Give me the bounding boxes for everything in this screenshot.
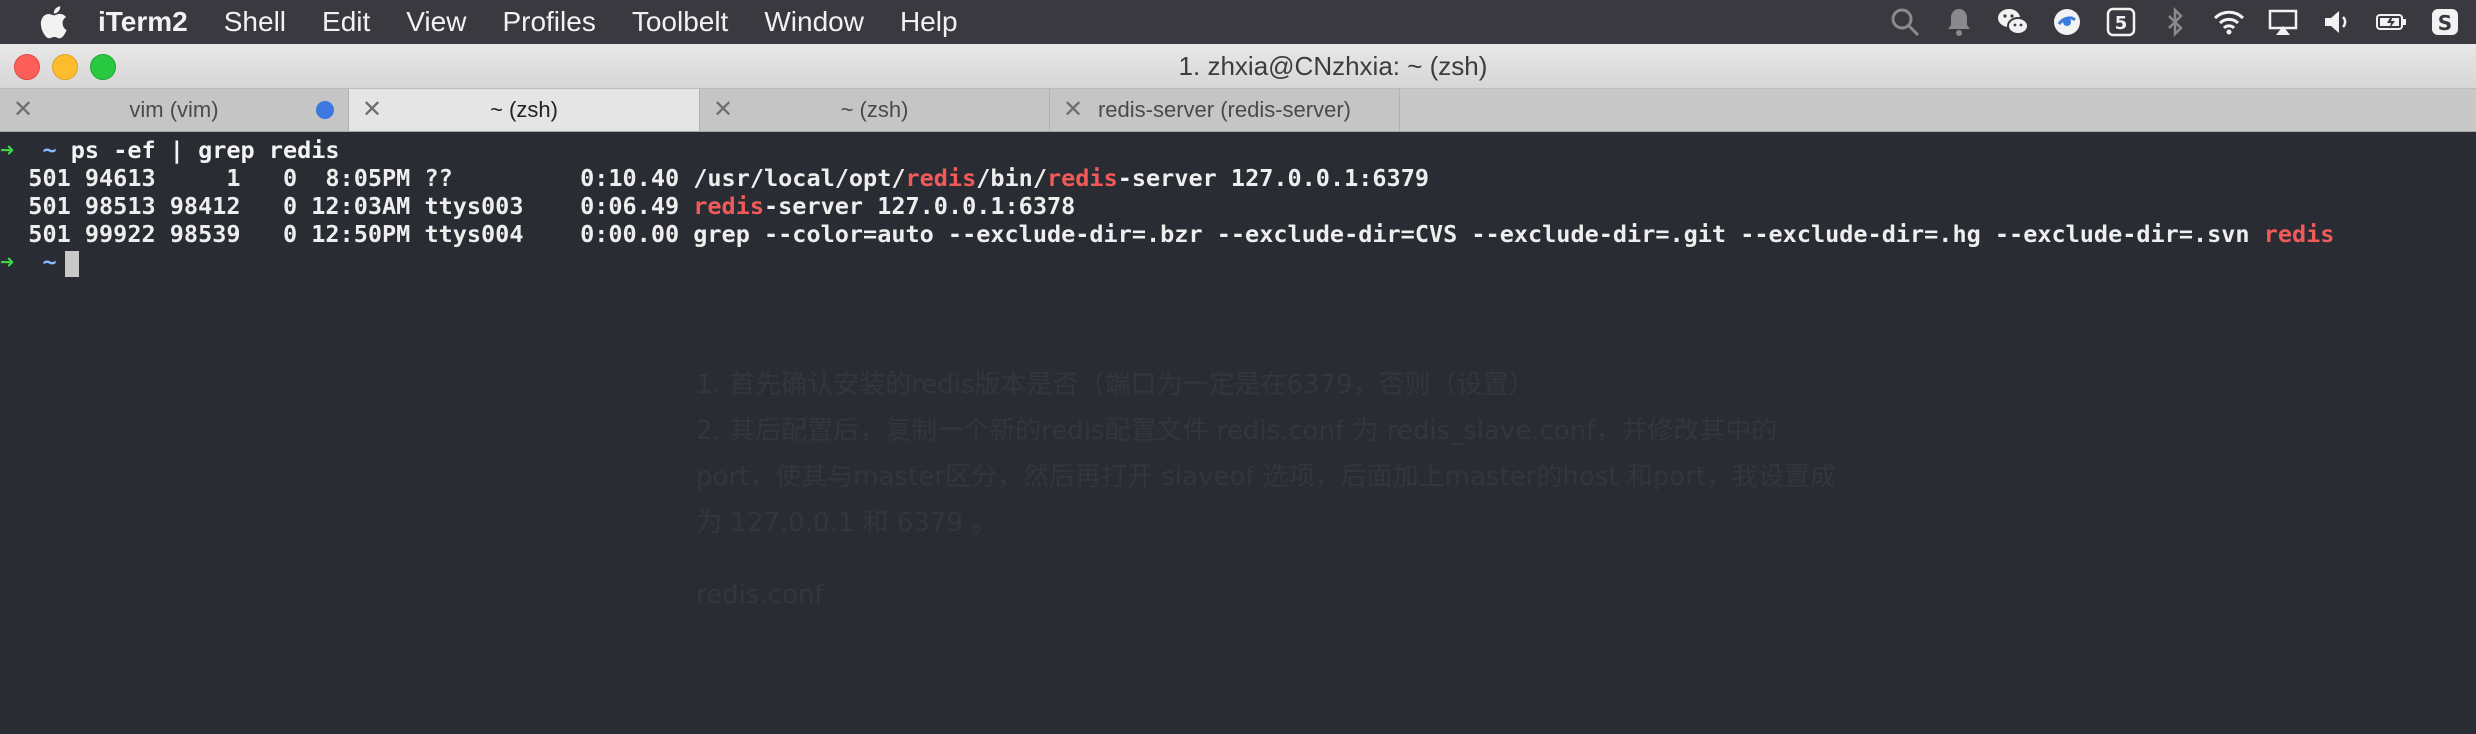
output-text: 501 94613 1 0 8:05PM ?? 0:10.40 /usr/loc…: [0, 164, 906, 192]
prompt-dir: ~: [42, 248, 57, 276]
output-text: 501 98513 98412 0 12:03AM ttys003 0:06.4…: [0, 192, 694, 220]
tab-zsh[interactable]: ✕ ~ (zsh): [700, 89, 1050, 131]
background-text-line: port，使其与master区分，然后再打开 slaveof 选项，后面加上ma…: [696, 462, 1837, 492]
svg-text:S: S: [2438, 11, 2452, 35]
output-text: -server 127.0.0.1:6378: [764, 192, 1076, 220]
close-icon[interactable]: ✕: [359, 89, 385, 131]
menu-profiles[interactable]: Profiles: [502, 6, 595, 38]
activity-indicator-icon: [316, 101, 334, 119]
background-text-line: redis.conf: [696, 580, 824, 610]
match-highlight: redis: [1046, 164, 1118, 192]
output-text: 501 99922 98539 0 12:50PM ttys004 0:00.0…: [0, 220, 2264, 248]
browser-icon[interactable]: [2050, 5, 2084, 39]
prompt-line[interactable]: ➜ ~: [0, 248, 79, 277]
tab-label: redis-server (redis-server): [1097, 97, 1352, 122]
menu-shell[interactable]: Shell: [224, 6, 286, 38]
text-cursor: [64, 250, 79, 277]
prompt-arrow-icon: ➜: [0, 248, 15, 276]
status-icons: 5 S: [1888, 0, 2462, 44]
match-highlight: redis: [693, 192, 765, 220]
s-app-icon[interactable]: 5: [2104, 5, 2138, 39]
menu-view[interactable]: View: [406, 6, 466, 38]
close-icon[interactable]: ✕: [10, 89, 36, 131]
tab-vim[interactable]: ✕ vim (vim): [0, 89, 349, 131]
battery-icon[interactable]: [2374, 5, 2408, 39]
prompt-dir: ~: [42, 136, 57, 164]
tab-label: ~ (zsh): [840, 97, 909, 122]
tab-redis-server[interactable]: ✕ redis-server (redis-server): [1050, 89, 1400, 131]
output-row: 501 99922 98539 0 12:50PM ttys004 0:00.0…: [0, 220, 2334, 248]
background-text-line: 为 127.0.0.1 和 6379 。: [696, 508, 998, 538]
bluetooth-icon[interactable]: [2158, 5, 2192, 39]
menu-help[interactable]: Help: [900, 6, 958, 38]
output-text: -server 127.0.0.1:6379: [1117, 164, 1429, 192]
s-app-2-icon[interactable]: S: [2428, 5, 2462, 39]
volume-icon[interactable]: [2320, 5, 2354, 39]
window-title: 1. zhxia@CNzhxia: ~ (zsh): [1178, 51, 1488, 81]
window-titlebar[interactable]: 1. zhxia@CNzhxia: ~ (zsh): [0, 44, 2476, 89]
airplay-icon[interactable]: [2266, 5, 2300, 39]
wifi-icon[interactable]: [2212, 5, 2246, 39]
close-icon[interactable]: ✕: [1060, 89, 1086, 131]
prompt-arrow-icon: ➜: [0, 136, 15, 164]
output-row: 501 98513 98412 0 12:03AM ttys003 0:06.4…: [0, 192, 1075, 220]
menu-toolbelt[interactable]: Toolbelt: [632, 6, 729, 38]
command-text: ps -ef | grep redis: [70, 136, 340, 164]
output-row: 501 94613 1 0 8:05PM ?? 0:10.40 /usr/loc…: [0, 164, 1429, 192]
menu-bar: iTerm2 Shell Edit View Profiles Toolbelt…: [0, 0, 2476, 44]
tab-zsh-active[interactable]: ✕ ~ (zsh): [349, 89, 700, 131]
close-icon[interactable]: ✕: [710, 89, 736, 131]
background-text-line: 1. 首先确认安装的redis版本是否（端口为一定是在6379，否则（设置）: [696, 370, 1535, 400]
output-text: /bin/: [976, 164, 1047, 192]
match-highlight: redis: [2263, 220, 2335, 248]
match-highlight: redis: [905, 164, 977, 192]
command-line: ➜ ~ ps -ef | grep redis: [0, 136, 340, 164]
notification-icon[interactable]: [1942, 5, 1976, 39]
apple-icon[interactable]: [38, 5, 68, 39]
menu-edit[interactable]: Edit: [322, 6, 370, 38]
background-text-line: 2. 其后配置后，复制一个新的redis配置文件 redis.conf 为 re…: [696, 416, 1778, 446]
search-icon[interactable]: [1888, 5, 1922, 39]
tab-label: vim (vim): [129, 97, 219, 122]
wechat-icon[interactable]: [1996, 5, 2030, 39]
tab-bar: ✕ vim (vim) ✕ ~ (zsh) ✕ ~ (zsh) ✕ redis-…: [0, 89, 2476, 132]
menu-app-name[interactable]: iTerm2: [98, 6, 188, 38]
terminal-pane[interactable]: 1. 首先确认安装的redis版本是否（端口为一定是在6379，否则（设置） 2…: [0, 132, 2476, 734]
svg-text:5: 5: [2115, 13, 2128, 34]
menu-window[interactable]: Window: [764, 6, 864, 38]
tab-label: ~ (zsh): [490, 97, 558, 122]
